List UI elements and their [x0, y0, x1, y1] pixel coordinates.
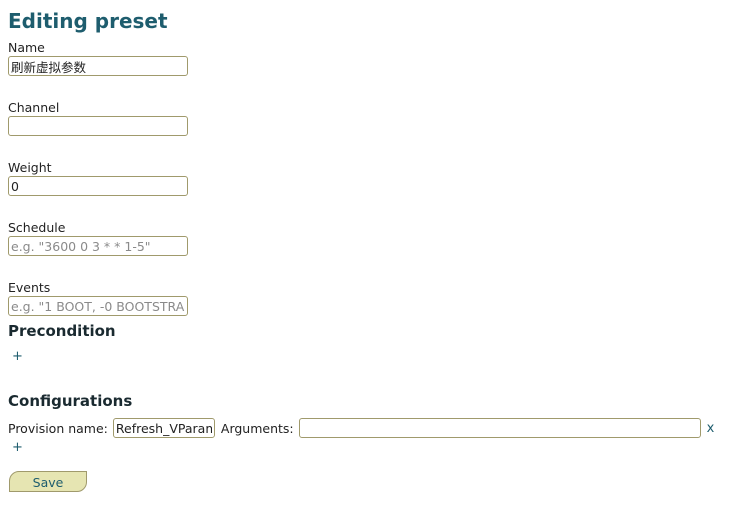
events-field-group: Events: [8, 281, 738, 335]
page-title: Editing preset: [8, 9, 168, 33]
name-field-group: Name: [8, 41, 738, 95]
configurations-heading: Configurations: [8, 392, 133, 410]
schedule-label: Schedule: [8, 220, 66, 235]
schedule-input[interactable]: [8, 236, 188, 256]
name-input[interactable]: [8, 56, 188, 76]
provision-name-input[interactable]: [112, 418, 215, 438]
events-label: Events: [8, 280, 51, 295]
save-button[interactable]: Save: [9, 471, 87, 492]
remove-configuration-button[interactable]: x: [707, 421, 715, 436]
channel-input[interactable]: [8, 116, 188, 136]
channel-label: Channel: [8, 100, 60, 115]
weight-field-group: Weight: [8, 161, 738, 215]
add-precondition-button[interactable]: +: [12, 349, 23, 364]
schedule-field-group: Schedule: [8, 221, 738, 275]
arguments-label: Arguments:: [220, 420, 294, 436]
events-input[interactable]: [8, 296, 188, 316]
arguments-input[interactable]: [298, 418, 701, 438]
configuration-row: Provision name: Arguments: x: [8, 417, 714, 439]
weight-label: Weight: [8, 160, 52, 175]
add-configuration-button[interactable]: +: [12, 440, 23, 455]
weight-input[interactable]: [8, 176, 188, 196]
name-label: Name: [8, 40, 45, 55]
channel-field-group: Channel: [8, 101, 738, 155]
preset-editor: Editing preset Name Channel Weight Sched…: [8, 8, 738, 492]
provision-name-label: Provision name:: [8, 420, 108, 436]
precondition-heading: Precondition: [8, 322, 116, 340]
